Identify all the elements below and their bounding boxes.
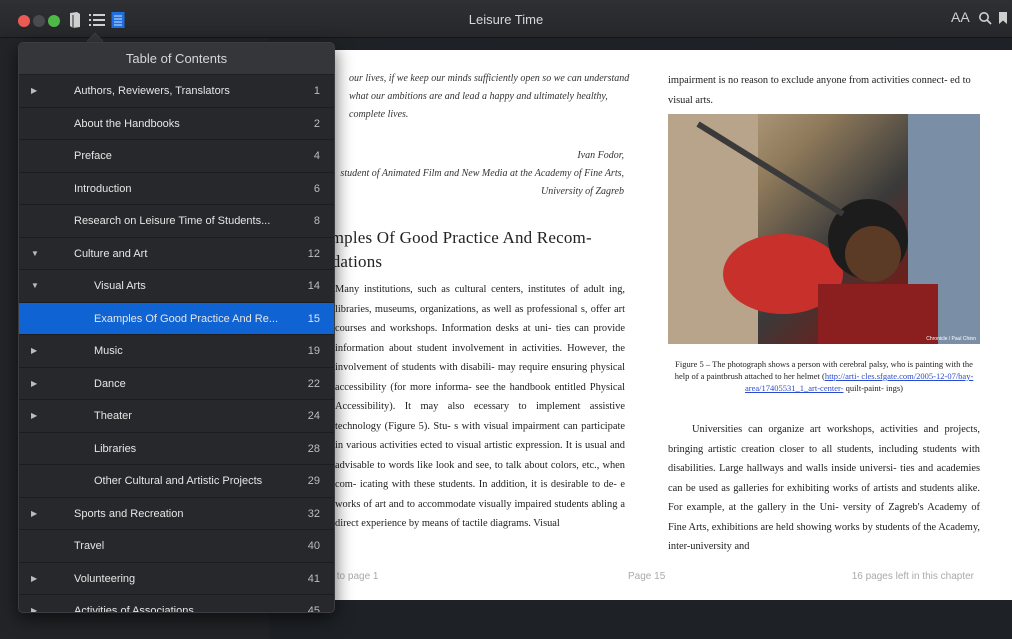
page-footer: k to page 1 Page 15 16 pages left in thi… — [269, 569, 1012, 587]
toc-item[interactable]: ▼ Culture and Art 12 — [19, 238, 334, 271]
page-number: Page 15 — [628, 571, 666, 582]
photo-credit: Chronicle / Paul Chinn — [926, 336, 976, 342]
toc-item[interactable]: Preface 4 — [19, 140, 334, 173]
toc-item-page: 41 — [307, 572, 320, 585]
toc-item-label: Research on Leisure Time of Students... — [74, 215, 271, 227]
caption-tail: quilt-paint- ings) — [843, 383, 903, 393]
toc-item-label: Dance — [94, 377, 126, 390]
toc-item[interactable]: Libraries 28 — [19, 433, 334, 465]
disclosure-collapsed-icon[interactable]: ▶ — [31, 563, 41, 596]
toc-item-page: 29 — [307, 475, 320, 487]
disclosure-expanded-icon[interactable]: ▼ — [31, 270, 41, 303]
search-icon[interactable] — [978, 11, 992, 28]
toc-item-page: 1 — [313, 85, 320, 97]
body-text-right-top: impairment is no reason to exclude anyon… — [668, 75, 971, 106]
toc-item[interactable]: ▶ Sports and Recreation 32 — [19, 498, 334, 531]
figure-caption: Figure 5 – The photograph shows a person… — [668, 358, 980, 394]
toc-item-label: Travel — [74, 540, 105, 552]
toc-item-page: 22 — [307, 377, 320, 390]
section-heading: amples Of Good Practice And Recom- ndati… — [323, 228, 592, 271]
disclosure-expanded-icon[interactable]: ▼ — [31, 238, 41, 271]
disclosure-collapsed-icon[interactable]: ▶ — [31, 368, 41, 401]
toc-item-label: Activities of Associations — [74, 605, 194, 613]
toc-item-label: Libraries — [94, 442, 137, 455]
title-bar: Leisure Time AA — [0, 0, 1012, 38]
toc-item-label: Authors, Reviewers, Translators — [74, 85, 230, 97]
window-title: Leisure Time — [468, 12, 544, 27]
toc-list: ▶ Authors, Reviewers, Translators 1 About t… — [19, 75, 334, 613]
table-of-contents-popover: Table of Contents ▶ Authors, Reviewers, T… — [18, 42, 335, 613]
toc-item[interactable]: About the Handbooks 2 — [19, 108, 334, 140]
body-text-left: Many institutions, such as cultural cent… — [335, 284, 625, 529]
toc-item[interactable]: ▶ Volunteering 41 — [19, 563, 334, 596]
toc-item[interactable]: ▶ Authors, Reviewers, Translators 1 — [19, 75, 334, 108]
toc-item-label: Preface — [74, 150, 112, 162]
toc-item-page: 14 — [307, 280, 320, 292]
disclosure-collapsed-icon[interactable]: ▶ — [31, 400, 41, 433]
bookmark-icon[interactable] — [998, 11, 1008, 28]
toc-item[interactable]: ▶ Activities of Associations 45 — [19, 595, 334, 613]
toc-item-page: 6 — [313, 182, 320, 195]
toc-item-page: 32 — [307, 507, 320, 520]
toc-item[interactable]: ▶ Dance 22 — [19, 368, 334, 401]
toc-item[interactable]: Travel 40 — [19, 530, 334, 563]
toc-item-label: About the Handbooks — [74, 117, 180, 130]
toc-item-label: Music — [94, 345, 123, 357]
toc-item-page: 28 — [307, 442, 320, 455]
toc-item-page: 8 — [313, 215, 320, 227]
toc-item-label: Theater — [94, 410, 132, 422]
figure-photo: Chronicle / Paul Chinn — [668, 114, 980, 344]
disclosure-collapsed-icon[interactable]: ▶ — [31, 595, 41, 612]
toc-item-label: Volunteering — [74, 572, 136, 585]
toc-item[interactable]: Introduction 6 — [19, 173, 334, 205]
toc-item-label: Sports and Recreation — [74, 507, 184, 520]
toc-item-label: Visual Arts — [94, 280, 146, 292]
toc-item-label: Introduction — [74, 182, 132, 195]
toc-item[interactable]: ▼ Visual Arts 14 — [19, 270, 334, 303]
toc-item-label: Culture and Art — [74, 247, 148, 260]
toc-item-page: 45 — [307, 605, 320, 613]
pages-left-label: 16 pages left in this chapter — [851, 571, 974, 582]
toc-item-page: 24 — [307, 410, 320, 422]
toc-item[interactable]: Examples Of Good Practice And Re... 15 — [19, 302, 334, 335]
disclosure-collapsed-icon[interactable]: ▶ — [31, 335, 41, 368]
book-page: our lives, if we keep our minds sufficie… — [269, 50, 1012, 600]
toc-item-page: 12 — [307, 247, 320, 260]
toc-item-page: 2 — [313, 117, 320, 130]
toc-item-label: Examples Of Good Practice And Re... — [94, 312, 279, 325]
toc-title: Table of Contents — [19, 43, 334, 75]
toc-item-page: 4 — [313, 150, 320, 162]
back-to-page-link[interactable]: k to page 1 — [329, 571, 378, 582]
disclosure-collapsed-icon[interactable]: ▶ — [31, 498, 41, 531]
toc-item-page: 19 — [307, 345, 320, 357]
toc-item[interactable]: Other Cultural and Artistic Projects 29 — [19, 465, 334, 498]
quote-text: our lives, if we keep our minds sufficie… — [349, 73, 630, 120]
disclosure-collapsed-icon[interactable]: ▶ — [31, 75, 41, 108]
body-text-right-content: Universities can organize art workshops,… — [668, 424, 980, 552]
toc-item[interactable]: Research on Leisure Time of Students... 8 — [19, 205, 334, 238]
toc-item-page: 15 — [307, 312, 320, 325]
toc-item-label: Other Cultural and Artistic Projects — [94, 475, 263, 487]
toc-item[interactable]: ▶ Theater 24 — [19, 400, 334, 433]
toc-item[interactable]: ▶ Music 19 — [19, 335, 334, 368]
toc-item-page: 40 — [307, 540, 320, 552]
font-size-button[interactable]: AA — [951, 9, 970, 25]
body-text-right: Universities can organize art workshops,… — [668, 420, 980, 557]
